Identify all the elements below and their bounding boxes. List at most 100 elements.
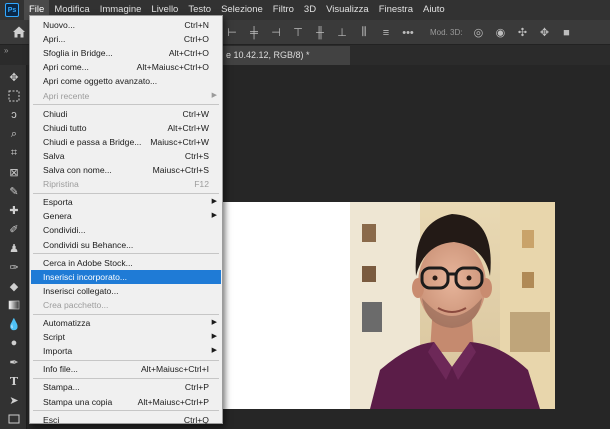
orbit-3d-icon[interactable]: ◎ — [472, 26, 484, 39]
submenu-arrow-icon: ▶ — [211, 319, 217, 326]
distribute-icon[interactable]: ⫼ — [358, 26, 370, 39]
tools-panel: ✥ ↄ ⌕ ⌗ ⊠ ✎ ✚ ✐ ♟ ✑ ◆ 💧 ● ✒ T ➤ — [0, 65, 27, 429]
type-tool-icon[interactable]: T — [6, 373, 22, 389]
menu-item-shortcut: Alt+Maiusc+Ctrl+O — [136, 62, 209, 73]
menu-item-label: Inserisci incorporato... — [43, 271, 128, 282]
menu-item-importa[interactable]: Importa ▶ — [31, 344, 221, 358]
align-left-icon[interactable]: ⊢ — [226, 26, 238, 39]
menu-item-label: Automatizza — [43, 318, 91, 328]
blur-tool-icon[interactable]: 💧 — [6, 316, 22, 332]
brush-tool-icon[interactable]: ✐ — [6, 221, 22, 237]
menu-item-genera[interactable]: Genera ▶ — [31, 209, 221, 223]
menu-separator — [33, 192, 219, 194]
healing-tool-icon[interactable]: ✚ — [6, 202, 22, 218]
camera-3d-icon[interactable]: ■ — [560, 27, 572, 39]
menu-item-label: Chiudi — [43, 108, 68, 119]
menu-item-label: Apri recente — [43, 90, 90, 101]
align-middle-icon[interactable]: ╫ — [314, 27, 326, 39]
menu-item-script[interactable]: Script ▶ — [31, 330, 221, 344]
menu-item-salva-con-nome[interactable]: Salva con nome... Maiusc+Ctrl+S — [31, 163, 221, 177]
menu-item-label: Script — [43, 332, 65, 343]
crop-tool-icon[interactable]: ⌗ — [6, 145, 22, 161]
menu-item-label: Apri... — [43, 34, 66, 45]
more-options-icon[interactable]: ••• — [402, 27, 414, 39]
frame-tool-icon[interactable]: ⊠ — [6, 164, 22, 180]
stamp-tool-icon[interactable]: ♟ — [6, 240, 22, 256]
slide-3d-icon[interactable]: ✥ — [538, 26, 550, 39]
menu-item-label: Inserisci collegato... — [43, 285, 119, 296]
menu-visualizza[interactable]: Visualizza — [321, 0, 374, 20]
marquee-tool-icon[interactable] — [6, 88, 22, 104]
distribute-v-icon[interactable]: ≡ — [380, 27, 392, 39]
menu-item-inserisci-collegato[interactable]: Inserisci collegato... — [31, 284, 221, 298]
menu-item-label: Apri come... — [43, 62, 89, 73]
menu-selezione[interactable]: Selezione — [216, 0, 268, 20]
submenu-arrow-icon: ▶ — [211, 347, 217, 355]
menu-item-shortcut: F12 — [194, 179, 209, 190]
menu-item-cerca-in-adobe-stock[interactable]: Cerca in Adobe Stock... — [31, 256, 221, 270]
menu-item-esporta[interactable]: Esporta ▶ — [31, 195, 221, 209]
collapse-panel-icon[interactable]: » — [4, 46, 8, 55]
document-canvas-white — [222, 202, 350, 409]
menu-item-chiudi-e-passa-a-bridge[interactable]: Chiudi e passa a Bridge... Maiusc+Ctrl+W — [31, 135, 221, 149]
align-options: ⊢ ╪ ⊣ ⊤ ╫ ⊥ ⫼ ≡ ••• Mod. 3D: ◎ ◉ ✣ ✥ ■ — [226, 24, 610, 41]
menu-item-apri-come[interactable]: Apri come... Alt+Maiusc+Ctrl+O — [31, 60, 221, 74]
menu-item-apri-come-oggetto-avanzato[interactable]: Apri come oggetto avanzato... — [31, 74, 221, 88]
pen-tool-icon[interactable]: ✒ — [6, 354, 22, 370]
eyedropper-tool-icon[interactable]: ✎ — [6, 183, 22, 199]
menu-item-chiudi-tutto[interactable]: Chiudi tutto Alt+Ctrl+W — [31, 121, 221, 135]
dodge-tool-icon[interactable]: ● — [6, 335, 22, 351]
pan-3d-icon[interactable]: ✣ — [516, 26, 528, 39]
portrait-photo — [350, 202, 555, 409]
lasso-tool-icon[interactable]: ↄ — [6, 107, 22, 123]
menu-finestra[interactable]: Finestra — [374, 0, 418, 20]
menu-item-info-file[interactable]: Info file... Alt+Maiusc+Ctrl+I — [31, 362, 221, 376]
menu-3d[interactable]: 3D — [299, 0, 321, 20]
menu-separator — [33, 377, 219, 379]
document-tab[interactable]: e 10.42.12, RGB/8) * — [222, 46, 350, 65]
menu-filtro[interactable]: Filtro — [268, 0, 299, 20]
menu-item-label: Sfoglia in Bridge... — [43, 48, 113, 59]
path-select-tool-icon[interactable]: ➤ — [6, 392, 22, 408]
menu-item-stampa-una-copia[interactable]: Stampa una copia Alt+Maiusc+Ctrl+P — [31, 395, 221, 409]
roll-3d-icon[interactable]: ◉ — [494, 26, 506, 39]
menu-item-automatizza[interactable]: Automatizza ▶ — [31, 316, 221, 330]
shape-tool-icon[interactable] — [6, 411, 22, 427]
move-tool-icon[interactable]: ✥ — [6, 69, 22, 85]
menu-item-apri-recente[interactable]: Apri recente ▶ — [31, 89, 221, 103]
align-top-icon[interactable]: ⊤ — [292, 26, 304, 39]
menu-item-esci[interactable]: Esci Ctrl+Q — [31, 413, 221, 427]
menu-item-nuovo[interactable]: Nuovo... Ctrl+N — [31, 18, 221, 32]
menu-item-label: Stampa una copia — [43, 396, 113, 407]
submenu-arrow-icon: ▶ — [211, 91, 217, 99]
mode-3d-label: Mod. 3D: — [430, 28, 463, 37]
home-icon[interactable] — [12, 25, 26, 39]
history-brush-tool-icon[interactable]: ✑ — [6, 259, 22, 275]
quick-select-tool-icon[interactable]: ⌕ — [6, 126, 22, 142]
align-right-icon[interactable]: ⊣ — [270, 26, 282, 39]
menu-aiuto[interactable]: Aiuto — [418, 0, 450, 20]
gradient-tool-icon[interactable] — [6, 297, 22, 313]
menu-item-chiudi[interactable]: Chiudi Ctrl+W — [31, 107, 221, 121]
menu-item-sfoglia-in-bridge[interactable]: Sfoglia in Bridge... Alt+Ctrl+O — [31, 46, 221, 60]
menu-item-inserisci-incorporato[interactable]: Inserisci incorporato... — [31, 269, 221, 284]
menu-item-label: Chiudi e passa a Bridge... — [43, 136, 142, 147]
submenu-arrow-icon: ▶ — [211, 212, 217, 220]
menu-item-shortcut: Alt+Maiusc+Ctrl+I — [140, 364, 209, 375]
menu-item-salva[interactable]: Salva Ctrl+S — [31, 149, 221, 163]
menu-item-label: Crea pacchetto... — [43, 299, 109, 310]
align-center-icon[interactable]: ╪ — [248, 27, 260, 39]
menu-item-label: Info file... — [43, 364, 78, 375]
align-bottom-icon[interactable]: ⊥ — [336, 26, 348, 39]
menu-item-shortcut: Ctrl+P — [184, 382, 209, 393]
menu-item-ripristina[interactable]: Ripristina F12 — [31, 177, 221, 191]
menu-item-condividi-su-behance[interactable]: Condividi su Behance... — [31, 238, 221, 252]
menu-item-condividi[interactable]: Condividi... — [31, 223, 221, 237]
menu-item-label: Nuovo... — [43, 20, 76, 30]
menu-item-crea-pacchetto[interactable]: Crea pacchetto... — [31, 298, 221, 312]
menu-item-apri[interactable]: Apri... Ctrl+O — [31, 32, 221, 46]
eraser-tool-icon[interactable]: ◆ — [6, 278, 22, 294]
menu-item-stampa[interactable]: Stampa... Ctrl+P — [31, 380, 221, 394]
menu-item-label: Apri come oggetto avanzato... — [43, 76, 158, 87]
menu-item-shortcut: Ctrl+Q — [183, 414, 209, 425]
